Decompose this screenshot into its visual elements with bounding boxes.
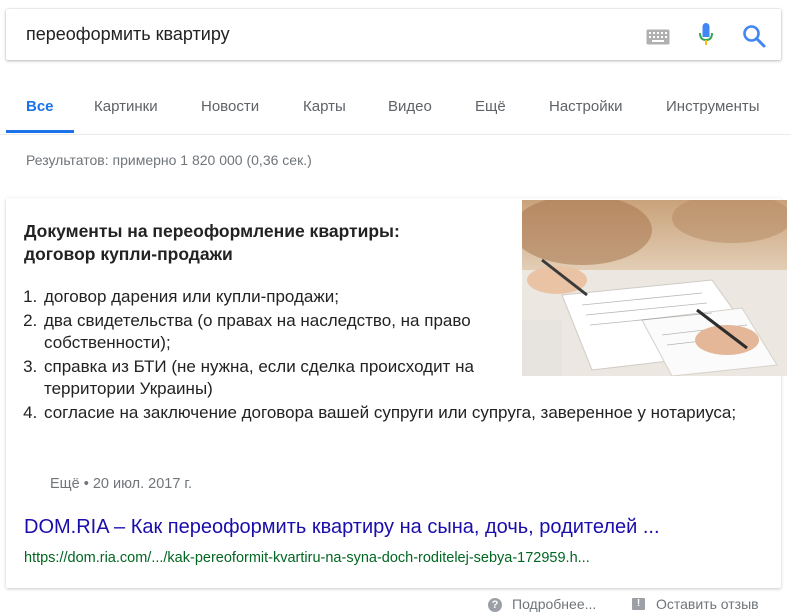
mic-icon[interactable] [698, 22, 714, 48]
snippet-date: 20 июл. 2017 г. [92, 476, 192, 492]
tab-more[interactable]: Ещё [475, 98, 506, 115]
snippet-heading-line2: договор купли-продажи [24, 244, 233, 264]
snippet-meta: Ещё • 20 июл. 2017 г. [50, 476, 192, 492]
tab-maps[interactable]: Карты [303, 98, 346, 115]
tab-settings[interactable]: Настройки [549, 98, 623, 115]
active-tab-indicator [6, 130, 74, 133]
more-link[interactable]: Ещё [50, 476, 80, 492]
result-stats: Результатов: примерно 1 820 000 (0,36 се… [26, 152, 312, 168]
result-title-link[interactable]: DOM.RIA – Как переоформить квартиру на с… [24, 516, 660, 539]
list-item: справка из БТИ (не нужна, если сделка пр… [42, 356, 499, 400]
more-info-link[interactable]: Подробнее... [512, 596, 596, 612]
snippet-heading: Документы на переоформление квартиры: до… [24, 220, 494, 266]
tab-all[interactable]: Все [26, 98, 54, 115]
feedback-icon: ! [632, 598, 645, 610]
tabs-divider [0, 134, 791, 135]
featured-snippet: Документы на переоформление квартиры: до… [6, 198, 787, 588]
tab-news[interactable]: Новости [201, 98, 259, 115]
meta-separator: • [83, 476, 89, 492]
help-icon: ? [488, 598, 502, 612]
tab-images[interactable]: Картинки [94, 98, 158, 115]
snippet-list: договор дарения или купли-продажи; два с… [20, 286, 749, 426]
search-icon[interactable] [741, 23, 767, 49]
search-tabs: Все Картинки Новости Карты Видео Ещё Нас… [0, 86, 791, 134]
tab-video[interactable]: Видео [388, 98, 432, 115]
list-item: два свидетельства (о правах на наследств… [42, 310, 499, 354]
feedback-link[interactable]: Оставить отзыв [656, 596, 759, 612]
snippet-heading-line1: Документы на переоформление квартиры: [24, 221, 400, 241]
keyboard-icon[interactable] [646, 29, 670, 45]
list-item: согласие на заключение договора вашей су… [42, 402, 749, 424]
search-input[interactable]: переоформить квартиру [26, 24, 230, 45]
tab-tools[interactable]: Инструменты [666, 98, 760, 115]
snippet-footer: ? Подробнее... ! Оставить отзыв [0, 594, 791, 615]
list-item: договор дарения или купли-продажи; [42, 286, 749, 308]
search-box[interactable]: переоформить квартиру [6, 9, 781, 60]
result-url: https://dom.ria.com/.../kak-pereoformit-… [24, 550, 590, 566]
